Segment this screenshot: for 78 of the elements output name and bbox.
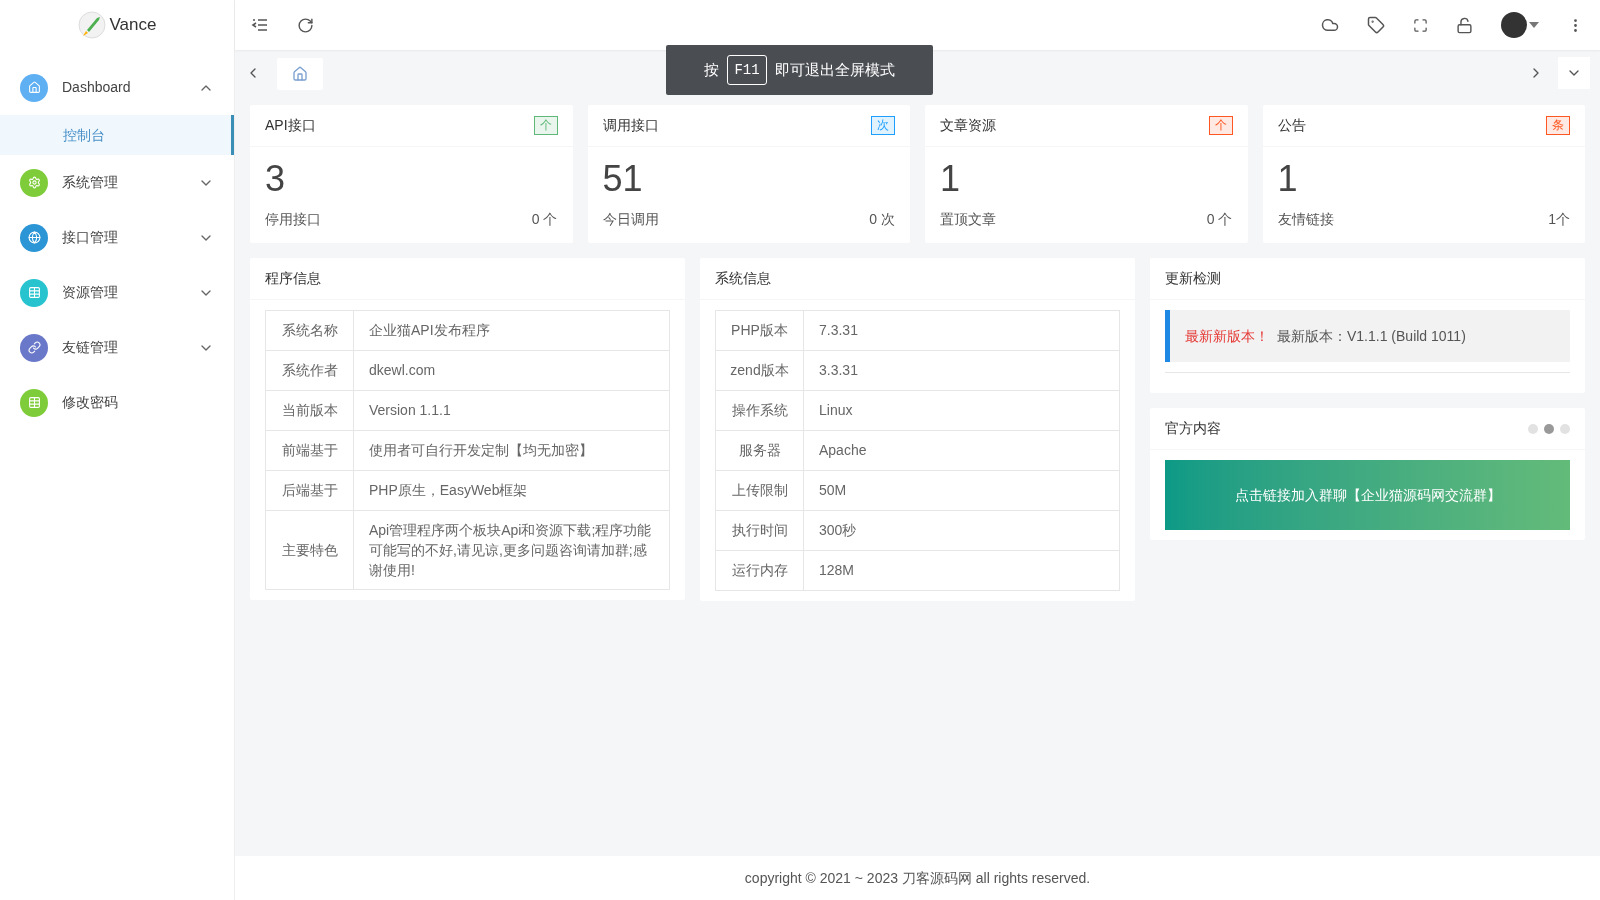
indent-icon[interactable] — [251, 16, 269, 34]
globe-icon — [27, 231, 41, 244]
sidebar-item[interactable]: 修改密码 — [0, 375, 234, 430]
sidebar-item[interactable]: 接口管理 — [0, 210, 234, 265]
table-cell-text: 前端基于 — [281, 441, 338, 460]
table-cell-text: 系统作者 — [281, 361, 338, 380]
stat-count: 1个 — [1548, 210, 1570, 229]
table-cell: 使用者可自行开发定制【均无加密】 — [369, 442, 593, 458]
sidebar-item[interactable]: 系统管理 — [0, 155, 234, 210]
unit-badge: 次 — [871, 116, 895, 135]
unit-badge: 个 — [1208, 116, 1233, 135]
stat-label: 置顶文章 — [940, 210, 996, 229]
stat-value: 51 — [602, 157, 643, 201]
card-title: API接口 — [265, 116, 316, 135]
table-cell: Api管理程序两个板块Api和资源下载;程序功能可能写的不好,请见谅,更多问题咨询请加群;感谢使用! — [369, 522, 652, 578]
refresh-icon[interactable] — [297, 16, 314, 34]
toast-text: 即可退出全屏模式 — [774, 59, 895, 80]
card-title: 程序信息 — [265, 269, 321, 288]
grid-icon — [27, 396, 41, 409]
key-label: F11 — [727, 55, 767, 85]
table-cell: 企业猫API发布程序 — [369, 322, 490, 338]
table-cell-text: PHP版本 — [731, 321, 788, 340]
card-title: 系统信息 — [715, 269, 771, 288]
table-cell: PHP原生，EasyWeb框架 — [369, 482, 528, 498]
table-cell-text: 执行时间 — [731, 521, 788, 540]
table-cell: 50M — [819, 482, 847, 498]
table-cell-text: 运行内存 — [731, 561, 788, 580]
grid-icon — [27, 286, 41, 299]
table-cell-text: 主要特色 — [281, 540, 338, 560]
stat-count: 0 个 — [1206, 210, 1233, 229]
link-icon — [27, 341, 41, 354]
card-title: 官方内容 — [1165, 419, 1221, 438]
home-icon — [292, 65, 308, 82]
fullscreen-icon[interactable] — [1413, 17, 1428, 33]
cloud-icon[interactable] — [1321, 16, 1339, 34]
unlock-icon[interactable] — [1456, 16, 1473, 34]
stat-label: 今日调用 — [602, 210, 659, 229]
home-icon — [27, 81, 41, 94]
table-cell: 7.3.31 — [819, 322, 858, 338]
copyright-text: copyright © 2021 ~ 2023 刀客源码网 all rights reserved. — [744, 868, 1091, 888]
card-title: 文章资源 — [940, 116, 996, 135]
card-title: 调用接口 — [602, 116, 659, 135]
gear-icon — [27, 176, 41, 189]
stat-label: 友情链接 — [1277, 210, 1334, 229]
table-cell: 300秒 — [819, 522, 857, 538]
table-cell: Linux — [819, 402, 853, 418]
stat-count: 0 个 — [531, 210, 558, 229]
table-cell-text: 操作系统 — [731, 401, 788, 420]
table-cell-text: 后端基于 — [281, 481, 338, 500]
stat-count: 0 次 — [869, 210, 895, 229]
table-cell: Apache — [819, 442, 867, 458]
table-cell-text: 当前版本 — [281, 401, 338, 420]
unit-badge: 条 — [1546, 116, 1570, 135]
table-cell: dkewl.com — [369, 362, 436, 378]
logo-text: Vance — [109, 14, 157, 37]
stat-value: 1 — [1277, 157, 1298, 201]
sidebar-item[interactable]: Dashboard — [0, 60, 234, 115]
table-cell: 128M — [819, 562, 855, 578]
table-cell-text: zend版本 — [730, 361, 789, 380]
version-text: 最新版本：V1.1.1 (Build 1011) — [1277, 326, 1466, 346]
avatar[interactable] — [1501, 12, 1527, 38]
table-cell-text: 系统名称 — [281, 321, 338, 340]
card-title: 更新检测 — [1165, 269, 1221, 288]
table-cell: Version 1.1.1 — [369, 402, 451, 418]
table-cell: 3.3.31 — [819, 362, 858, 378]
unit-badge: 个 — [533, 116, 558, 135]
sidebar-item[interactable]: 友链管理 — [0, 320, 234, 375]
table-cell-text: 上传限制 — [731, 481, 788, 500]
table-cell-text: 服务器 — [738, 441, 781, 460]
stat-label: 停用接口 — [265, 210, 321, 229]
sidebar-item[interactable]: 资源管理 — [0, 265, 234, 320]
tag-icon[interactable] — [1367, 16, 1385, 34]
card-title: 公告 — [1277, 116, 1306, 135]
update-status: 最新新版本！ — [1185, 326, 1269, 346]
stat-value: 3 — [265, 157, 286, 201]
toast-text: 按 — [704, 59, 720, 80]
stat-value: 1 — [940, 157, 961, 201]
caret-icon — [1529, 22, 1539, 28]
